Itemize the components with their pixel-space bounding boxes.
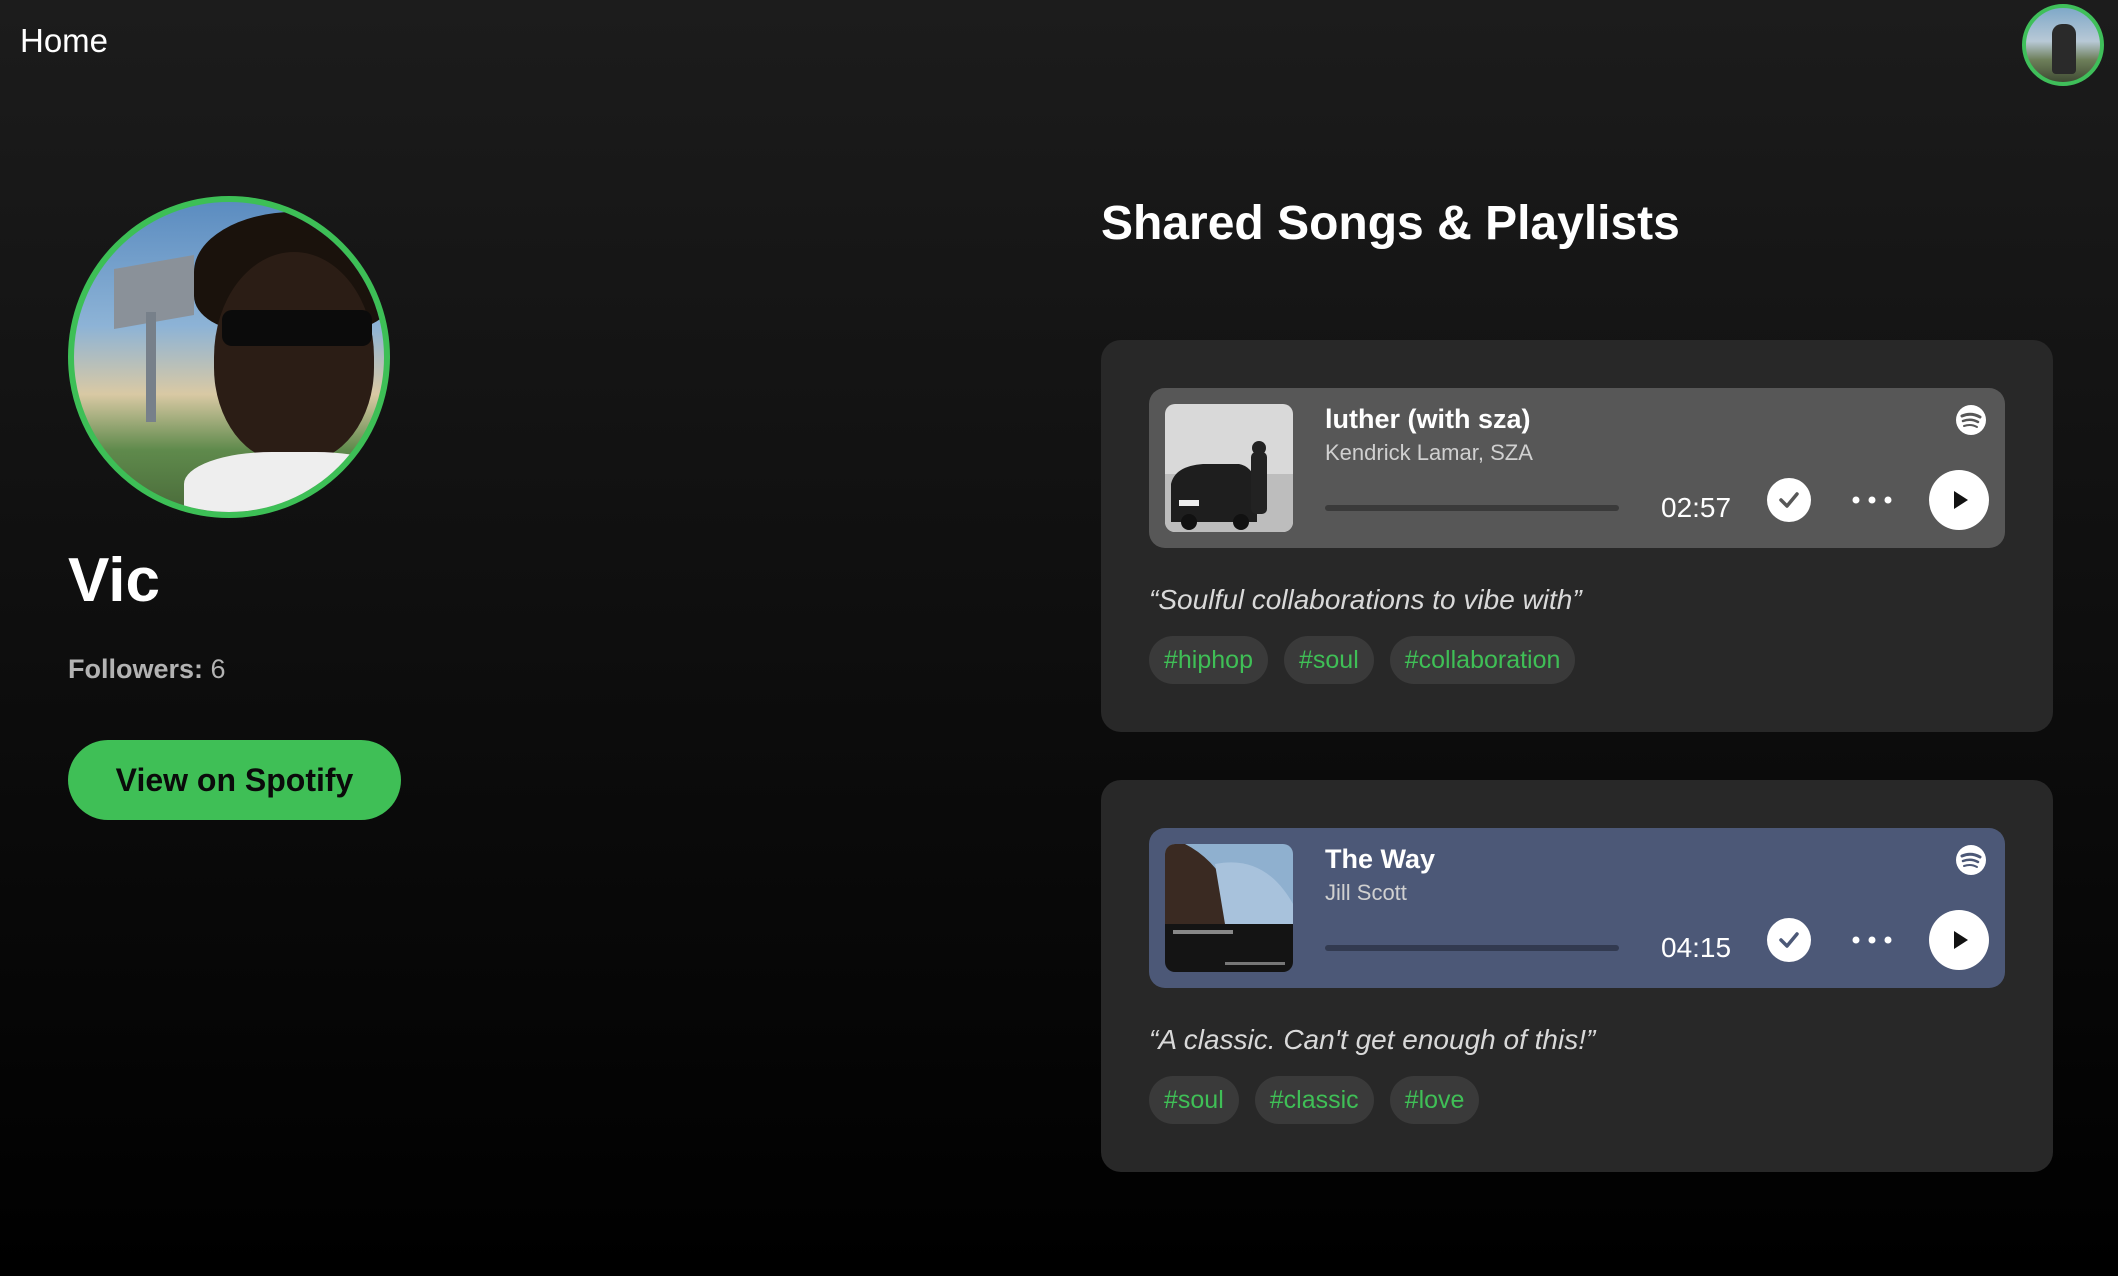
progress-bar[interactable] xyxy=(1325,505,1619,511)
tag-list: #hiphop #soul #collaboration xyxy=(1149,636,1576,684)
share-quote: “A classic. Can't get enough of this!” xyxy=(1149,1024,1596,1055)
play-button[interactable] xyxy=(1929,910,1989,970)
track-artist[interactable]: Jill Scott xyxy=(1325,880,1407,906)
track-artist[interactable]: Kendrick Lamar, SZA xyxy=(1325,440,1533,466)
view-on-spotify-button[interactable]: View on Spotify xyxy=(68,740,401,820)
play-button[interactable] xyxy=(1929,470,1989,530)
track-duration: 02:57 xyxy=(1661,492,1732,523)
user-avatar[interactable] xyxy=(2022,4,2104,86)
tag-collaboration[interactable]: #collaboration xyxy=(1389,636,1576,684)
followers-info: Followers: 6 xyxy=(68,654,226,685)
album-cover xyxy=(1165,844,1293,972)
tag-soul[interactable]: #soul xyxy=(1283,636,1374,684)
share-quote: “Soulful collaborations to vibe with” xyxy=(1149,584,1582,615)
more-icon xyxy=(1852,936,1892,944)
shared-song-card: luther (with sza) Kendrick Lamar, SZA 02… xyxy=(1101,340,2053,732)
spotify-icon[interactable] xyxy=(1955,844,1987,876)
more-options-button[interactable] xyxy=(1845,478,1899,522)
progress-bar[interactable] xyxy=(1325,945,1619,951)
check-icon xyxy=(1779,932,1799,948)
tag-classic[interactable]: #classic xyxy=(1254,1076,1374,1124)
shared-song-card: The Way Jill Scott 04:15 “A classic. Can… xyxy=(1101,780,2053,1172)
saved-check-button[interactable] xyxy=(1767,478,1811,522)
home-link[interactable]: Home xyxy=(20,22,108,60)
tag-hiphop[interactable]: #hiphop xyxy=(1149,636,1268,684)
more-icon xyxy=(1852,496,1892,504)
profile-name: Vic xyxy=(68,546,160,615)
saved-check-button[interactable] xyxy=(1767,918,1811,962)
tag-list: #soul #classic #love xyxy=(1149,1076,1480,1124)
spotify-player: The Way Jill Scott 04:15 xyxy=(1149,828,2005,988)
album-cover xyxy=(1165,404,1293,532)
spotify-player: luther (with sza) Kendrick Lamar, SZA 02… xyxy=(1149,388,2005,548)
track-title[interactable]: luther (with sza) xyxy=(1325,404,1531,435)
section-title: Shared Songs & Playlists xyxy=(1101,197,1680,250)
track-title[interactable]: The Way xyxy=(1325,844,1435,875)
more-options-button[interactable] xyxy=(1845,918,1899,962)
check-icon xyxy=(1779,492,1799,508)
tag-soul[interactable]: #soul xyxy=(1149,1076,1239,1124)
tag-love[interactable]: #love xyxy=(1389,1076,1480,1124)
followers-label: Followers: xyxy=(68,654,204,684)
play-icon xyxy=(1954,931,1968,949)
followers-count: 6 xyxy=(210,654,226,684)
play-icon xyxy=(1954,491,1968,509)
track-duration: 04:15 xyxy=(1661,932,1732,963)
profile-photo xyxy=(68,196,390,518)
spotify-icon[interactable] xyxy=(1955,404,1987,436)
